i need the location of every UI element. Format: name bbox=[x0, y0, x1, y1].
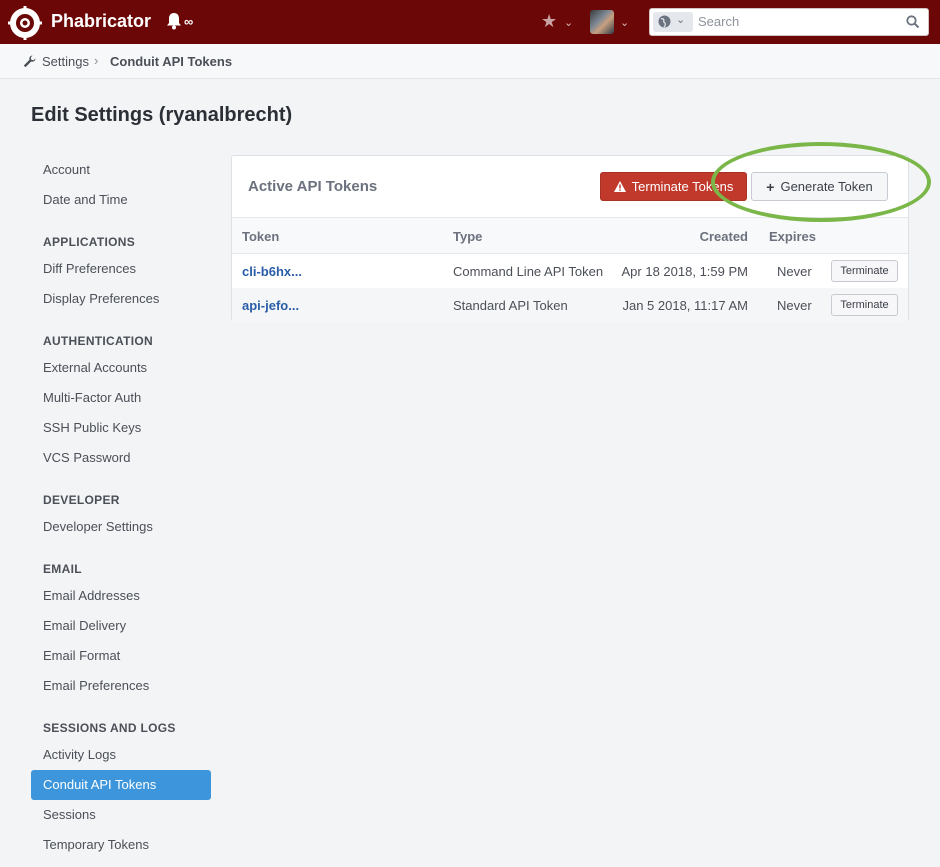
page-title: Edit Settings (ryanalbrecht) bbox=[31, 104, 293, 126]
warning-icon bbox=[613, 181, 626, 192]
chevron-down-icon[interactable]: ⌄ bbox=[564, 16, 573, 29]
notification-count: ∞ bbox=[184, 14, 194, 29]
sidebar-item-developer-settings[interactable]: Developer Settings bbox=[31, 512, 211, 542]
search-box: ⌄ bbox=[649, 8, 929, 36]
table-header: Token Type Created Expires bbox=[232, 218, 908, 254]
table-row: api-jefo... Standard API Token Jan 5 201… bbox=[232, 288, 908, 322]
sidebar-section-header: EMAIL bbox=[43, 562, 82, 576]
sidebar-item-email-preferences[interactable]: Email Preferences bbox=[31, 671, 211, 701]
sidebar-item-account[interactable]: Account bbox=[31, 155, 211, 185]
sidebar-section-header: AUTHENTICATION bbox=[43, 334, 153, 348]
sidebar-item-vcs-password[interactable]: VCS Password bbox=[31, 443, 211, 473]
search-scope-selector[interactable]: ⌄ bbox=[653, 12, 693, 32]
chevron-down-icon: ⌄ bbox=[676, 14, 686, 26]
user-avatar[interactable] bbox=[590, 10, 614, 34]
panel-header: Active API Tokens Terminate Tokens + Gen… bbox=[232, 156, 908, 218]
phabricator-logo-icon[interactable] bbox=[8, 6, 42, 40]
sidebar-item-sessions[interactable]: Sessions bbox=[31, 800, 211, 830]
terminate-tokens-button[interactable]: Terminate Tokens bbox=[600, 172, 747, 201]
sidebar-item-activity-logs[interactable]: Activity Logs bbox=[31, 740, 211, 770]
token-expires: Never bbox=[777, 298, 812, 313]
sidebar-item-display-preferences[interactable]: Display Preferences bbox=[31, 284, 211, 314]
breadcrumb-settings-link[interactable]: Settings bbox=[42, 54, 89, 69]
top-navigation-bar: Phabricator ∞ ★ ⌄ ⌄ ⌄ bbox=[0, 0, 940, 44]
search-input[interactable] bbox=[698, 14, 898, 29]
api-tokens-panel: Active API Tokens Terminate Tokens + Gen… bbox=[231, 155, 909, 322]
generate-token-label: Generate Token bbox=[780, 179, 873, 194]
table-row: cli-b6hx... Command Line API Token Apr 1… bbox=[232, 254, 908, 288]
token-type: Command Line API Token bbox=[453, 264, 604, 279]
sidebar-item-email-addresses[interactable]: Email Addresses bbox=[31, 581, 211, 611]
sidebar-item-external-accounts[interactable]: External Accounts bbox=[31, 353, 211, 383]
sidebar-item-email-delivery[interactable]: Email Delivery bbox=[31, 611, 211, 641]
column-header-created: Created bbox=[699, 229, 748, 244]
plus-icon: + bbox=[766, 178, 775, 195]
globe-icon bbox=[658, 15, 671, 28]
sidebar-item-multi-factor-auth[interactable]: Multi-Factor Auth bbox=[31, 383, 211, 413]
terminate-token-button[interactable]: Terminate bbox=[831, 294, 898, 316]
column-header-expires: Expires bbox=[769, 229, 816, 244]
sidebar-section-header: DEVELOPER bbox=[43, 493, 120, 507]
chevron-down-icon[interactable]: ⌄ bbox=[620, 16, 629, 29]
token-link[interactable]: cli-b6hx... bbox=[242, 264, 302, 279]
token-created: Apr 18 2018, 1:59 PM bbox=[621, 264, 748, 279]
sidebar-section-header: APPLICATIONS bbox=[43, 235, 136, 249]
favorites-star-icon[interactable]: ★ bbox=[541, 12, 557, 30]
sidebar-item-temporary-tokens[interactable]: Temporary Tokens bbox=[31, 830, 211, 860]
panel-title: Active API Tokens bbox=[248, 178, 378, 195]
sidebar-section-header: SESSIONS AND LOGS bbox=[43, 721, 176, 735]
terminate-token-button[interactable]: Terminate bbox=[831, 260, 898, 282]
breadcrumb-current[interactable]: Conduit API Tokens bbox=[110, 54, 232, 69]
token-link[interactable]: api-jefo... bbox=[242, 298, 299, 313]
breadcrumb-separator: › bbox=[94, 53, 99, 68]
sidebar-item-email-format[interactable]: Email Format bbox=[31, 641, 211, 671]
wrench-icon bbox=[23, 55, 36, 68]
sidebar-item-date-and-time[interactable]: Date and Time bbox=[31, 185, 211, 215]
generate-token-button[interactable]: + Generate Token bbox=[751, 172, 888, 201]
column-header-token: Token bbox=[242, 229, 280, 244]
token-type: Standard API Token bbox=[453, 298, 568, 313]
notification-bell-icon[interactable] bbox=[166, 12, 182, 30]
sidebar-item-diff-preferences[interactable]: Diff Preferences bbox=[31, 254, 211, 284]
token-expires: Never bbox=[777, 264, 812, 279]
sidebar-item-conduit-api-tokens[interactable]: Conduit API Tokens bbox=[31, 770, 211, 800]
breadcrumb: Settings › Conduit API Tokens bbox=[0, 44, 940, 79]
sidebar-item-ssh-public-keys[interactable]: SSH Public Keys bbox=[31, 413, 211, 443]
token-created: Jan 5 2018, 11:17 AM bbox=[622, 298, 748, 313]
search-icon[interactable] bbox=[906, 15, 920, 29]
brand-name[interactable]: Phabricator bbox=[51, 11, 151, 32]
column-header-type: Type bbox=[453, 229, 483, 244]
terminate-tokens-label: Terminate Tokens bbox=[631, 179, 734, 194]
